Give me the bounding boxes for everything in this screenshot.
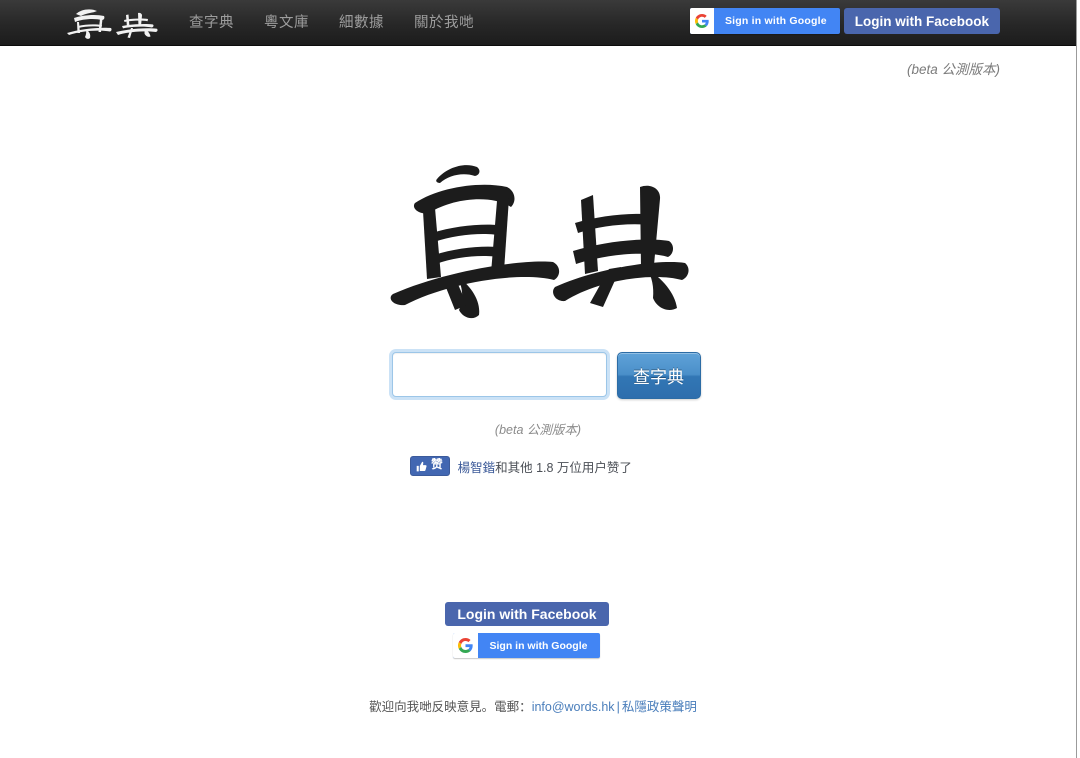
facebook-like-button[interactable]: 赞	[410, 456, 450, 476]
footer: 歡迎向我哋反映意見。電郵：info@words.hk | 私隱政策聲明	[369, 696, 697, 715]
search-row: 查字典	[391, 352, 701, 399]
search-submit-button[interactable]: 查字典	[616, 352, 701, 399]
yuedin-calligraphy-logo	[67, 8, 158, 39]
hero-logo	[373, 140, 703, 325]
search-input[interactable]	[391, 352, 607, 397]
google-signin-button[interactable]: Sign in with Google	[689, 8, 840, 34]
facebook-like-friend-name[interactable]: 楊智鍇	[458, 461, 496, 475]
navbar-auth-group: Sign in with Google Login with Facebook	[689, 8, 1000, 34]
facebook-like-label: 赞	[431, 459, 443, 472]
nav-link-dictionary[interactable]: 查字典	[174, 0, 249, 46]
nav-link-statistics[interactable]: 細數據	[324, 0, 399, 46]
footer-privacy-link[interactable]: 私隱政策聲明	[622, 700, 697, 714]
bottom-auth-group: Login with Facebook Sign in with Google	[445, 602, 609, 658]
page-root: 查字典 粵文庫 細數據 關於我哋 Sign in with Google Log…	[0, 0, 1080, 758]
navbar-brand-logo[interactable]	[62, 1, 162, 45]
thumbs-up-icon	[416, 461, 427, 472]
nav-link-corpus[interactable]: 粵文庫	[249, 0, 324, 46]
google-g-icon	[453, 633, 479, 658]
facebook-like-count-text: 和其他 1.8 万位用户赞了	[495, 460, 632, 475]
navbar-links: 查字典 粵文庫 細數據 關於我哋	[174, 0, 489, 46]
nav-link-about[interactable]: 關於我哋	[399, 0, 489, 46]
bottom-google-signin-button[interactable]: Sign in with Google	[453, 633, 601, 658]
google-signin-label: Sign in with Google	[724, 15, 827, 27]
google-g-icon	[689, 8, 714, 34]
main-content: 查字典 (beta 公測版本) 赞 楊智鍇和其他 1.8 万位用户赞了 Logi…	[0, 46, 1076, 758]
beta-notice-middle: (beta 公測版本)	[494, 423, 582, 437]
footer-separator: |	[616, 700, 620, 714]
footer-text: 歡迎向我哋反映意見。電郵：	[369, 700, 532, 714]
bottom-facebook-login-button[interactable]: Login with Facebook	[445, 602, 609, 626]
top-navbar: 查字典 粵文庫 細數據 關於我哋 Sign in with Google Log…	[0, 0, 1076, 46]
footer-email-link[interactable]: info@words.hk	[532, 700, 615, 714]
facebook-like-social-text: 楊智鍇和其他 1.8 万位用户赞了	[458, 457, 632, 476]
facebook-like-widget: 赞 楊智鍇和其他 1.8 万位用户赞了	[410, 456, 632, 476]
page-scrollbar[interactable]	[1076, 0, 1080, 758]
yuedin-brush-logo	[390, 165, 689, 319]
facebook-login-button[interactable]: Login with Facebook	[843, 8, 1000, 34]
bottom-google-signin-label: Sign in with Google	[489, 639, 588, 652]
